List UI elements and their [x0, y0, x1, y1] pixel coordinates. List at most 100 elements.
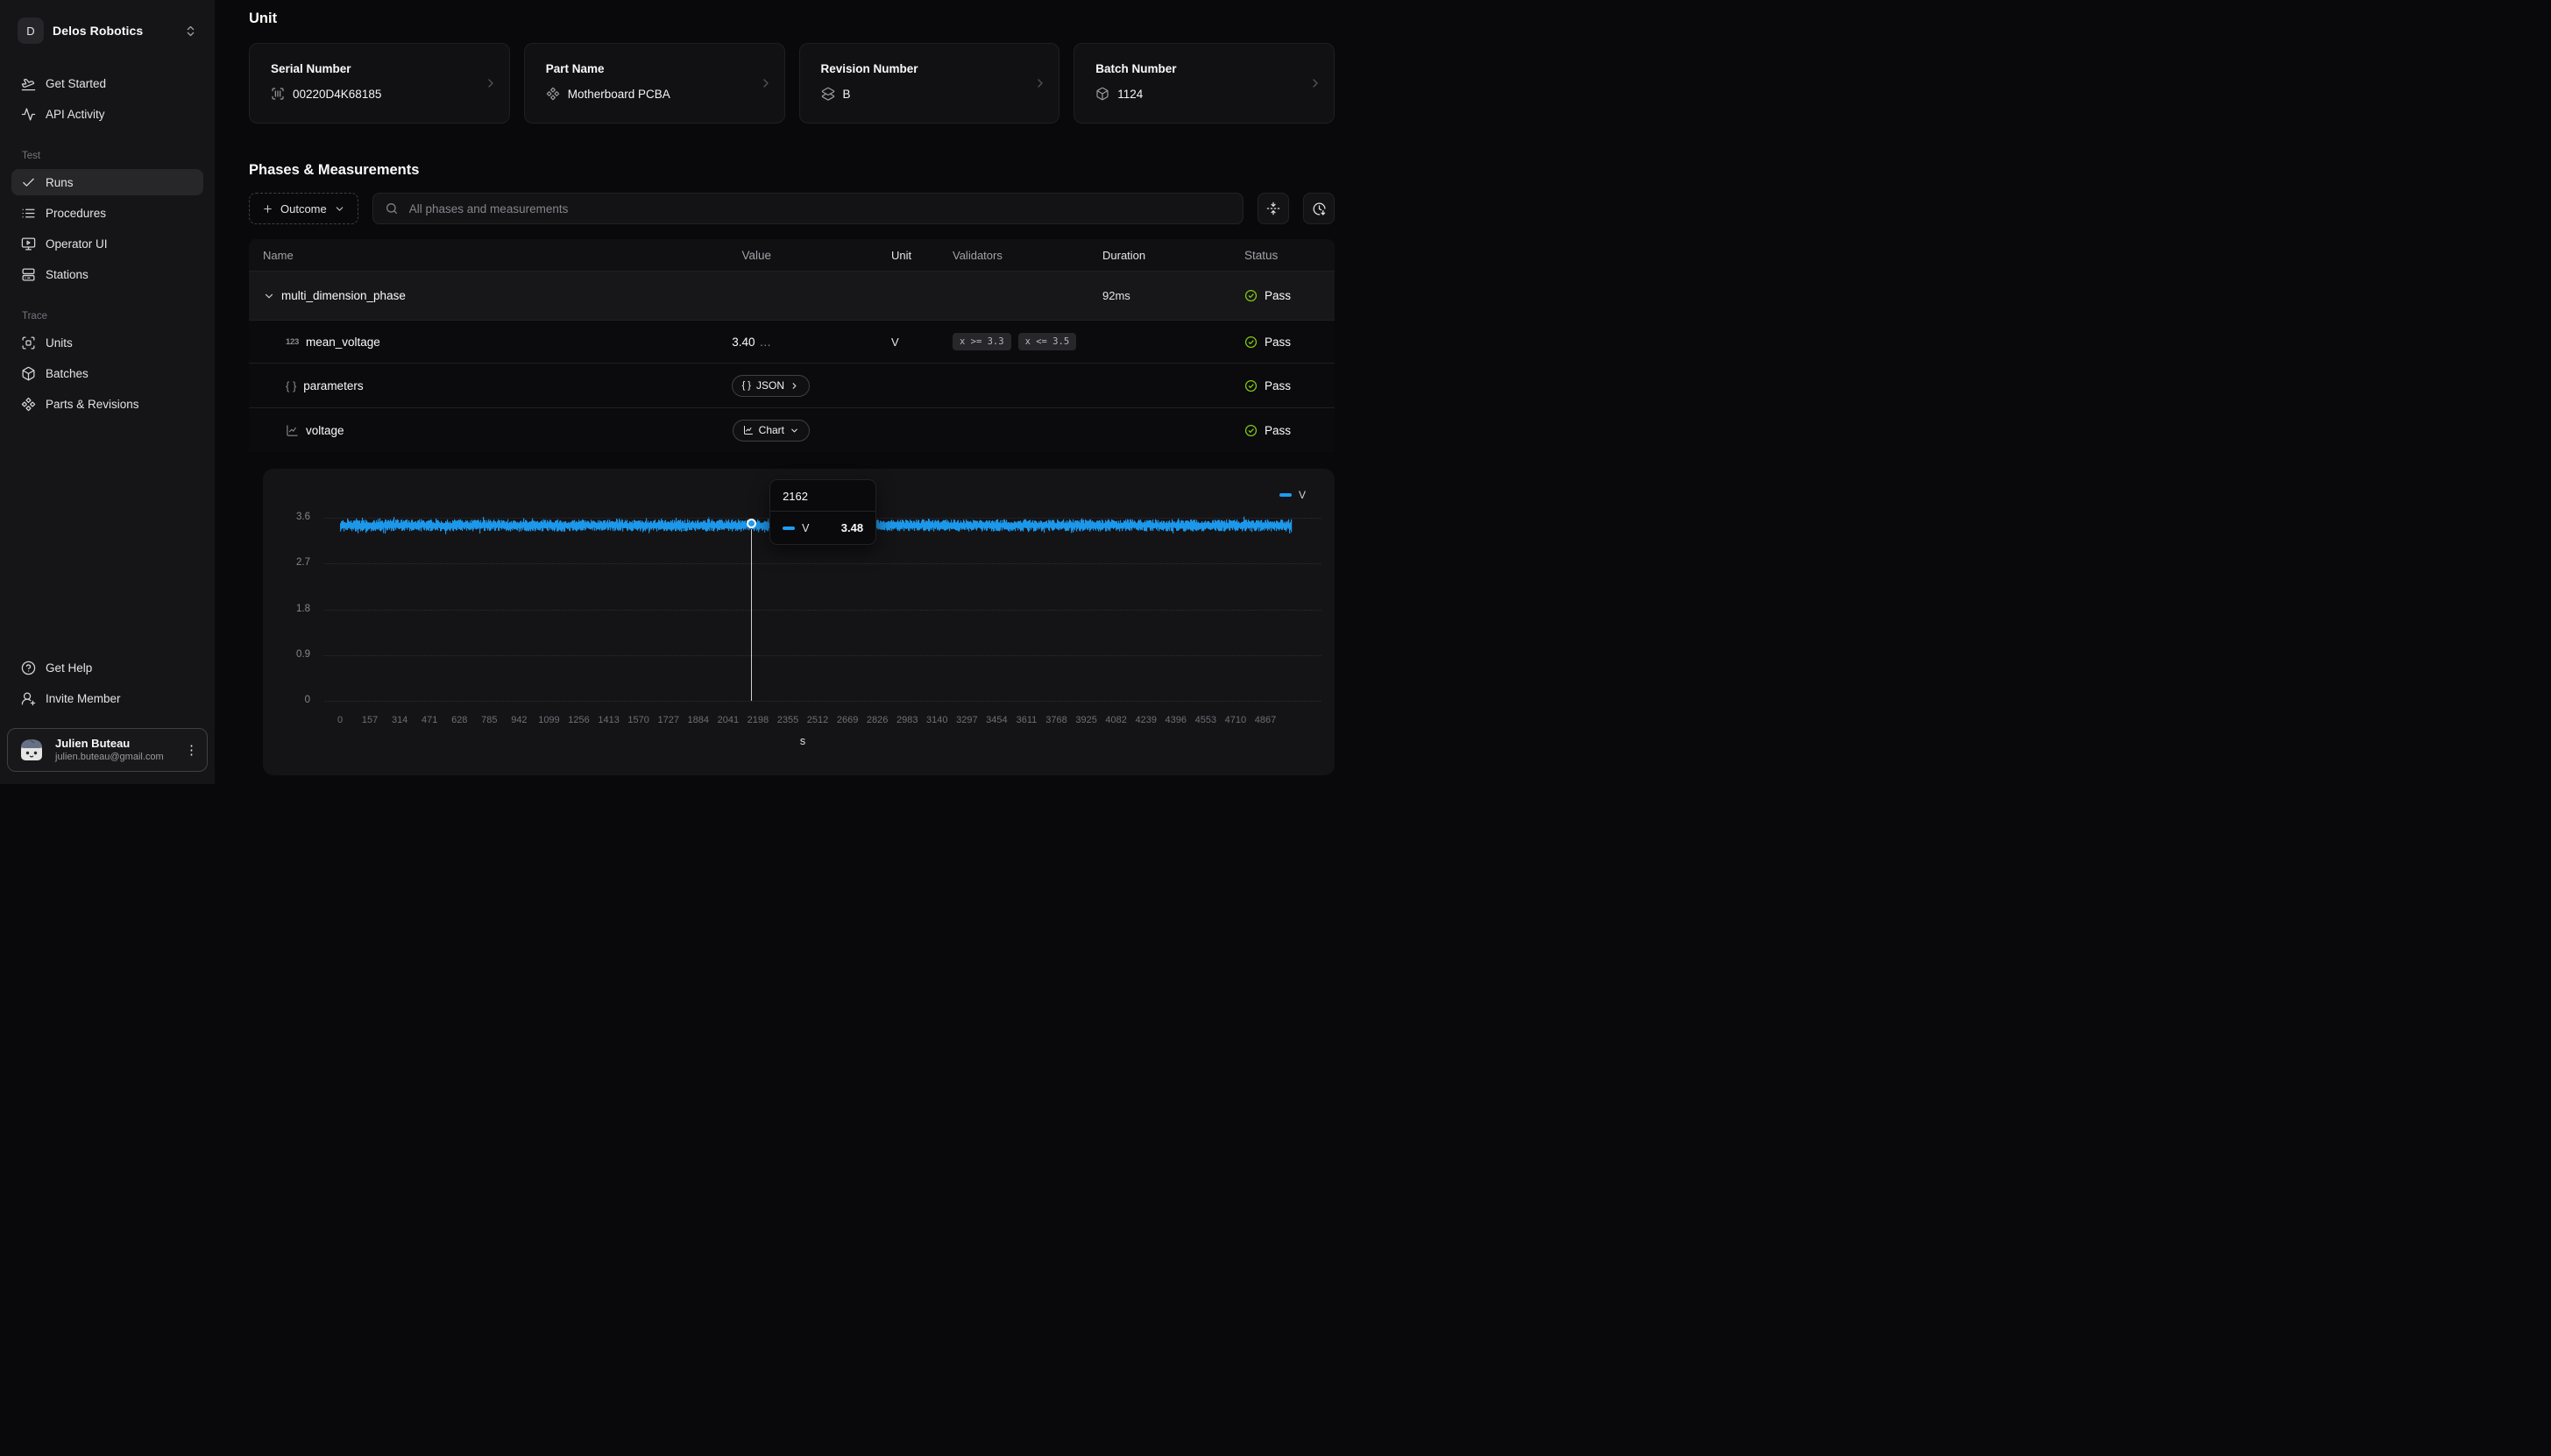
y-gridline	[324, 563, 1321, 564]
legend-series-dash	[1279, 493, 1292, 497]
org-switcher[interactable]: D Delos Robotics	[11, 18, 203, 44]
x-tick-label: 4239	[1135, 715, 1156, 725]
table-row-voltage[interactable]: voltage Chart Pass	[249, 407, 1335, 452]
validator-chip: x >= 3.3	[953, 333, 1011, 350]
pill-label: JSON	[756, 379, 784, 392]
status-badge: Pass	[1232, 289, 1335, 302]
x-tick-label: 1256	[568, 715, 589, 725]
sidebar-item-get-help[interactable]: Get Help	[11, 654, 203, 681]
package-icon	[1095, 87, 1109, 101]
table-row-mean-voltage[interactable]: 123 mean_voltage 3.40 … V x >= 3.3 x <= …	[249, 320, 1335, 363]
search-input[interactable]	[407, 201, 1231, 216]
component-icon	[546, 87, 560, 101]
chart-legend[interactable]: V	[1279, 489, 1306, 501]
user-plus-icon	[21, 691, 36, 706]
x-tick-label: 4867	[1255, 715, 1276, 725]
chevron-right-icon	[484, 76, 498, 90]
col-duration: Duration	[1090, 249, 1232, 262]
sidebar-item-parts-revisions[interactable]: Parts & Revisions	[11, 391, 203, 417]
chart-toggle-button[interactable]: Chart	[733, 420, 810, 442]
card-label: Revision Number	[821, 62, 1042, 75]
status-badge: Pass	[1232, 336, 1335, 349]
search-box	[372, 193, 1244, 224]
part-name-card[interactable]: Part Name Motherboard PCBA	[524, 43, 785, 124]
x-tick-label: 942	[511, 715, 527, 725]
validators: x >= 3.3 x <= 3.5	[940, 333, 1090, 350]
outcome-filter-button[interactable]: Outcome	[249, 193, 358, 224]
col-status: Status	[1232, 249, 1335, 262]
x-tick-label: 2669	[837, 715, 858, 725]
scan-barcode-icon	[271, 87, 285, 101]
status-label: Pass	[1265, 289, 1291, 302]
x-tick-label: 1570	[627, 715, 648, 725]
monitor-play-icon	[21, 237, 36, 251]
section-title: Phases & Measurements	[249, 162, 1335, 179]
activity-icon	[21, 107, 36, 122]
user-menu[interactable]: Julien Buteau julien.buteau@gmail.com ⋮	[7, 728, 208, 772]
circle-check-icon	[1244, 336, 1258, 349]
check-icon	[21, 175, 36, 190]
sidebar-item-runs[interactable]: Runs	[11, 169, 203, 195]
chart-hover-dot	[747, 519, 756, 528]
revision-number-card[interactable]: Revision Number B	[799, 43, 1060, 124]
x-tick-label: 2041	[718, 715, 739, 725]
phase-name: multi_dimension_phase	[281, 289, 406, 302]
user-name: Julien Buteau	[55, 737, 164, 751]
y-gridline	[324, 610, 1321, 611]
sidebar-item-label: Procedures	[46, 207, 106, 220]
pill-label: Chart	[759, 424, 784, 436]
x-tick-label: 1727	[657, 715, 678, 725]
y-gridline	[324, 701, 1321, 702]
json-expand-button[interactable]: { } JSON	[732, 375, 810, 397]
card-label: Batch Number	[1095, 62, 1316, 75]
col-unit: Unit	[810, 249, 940, 262]
tooltip-series-dash	[783, 527, 795, 530]
x-tick-label: 3768	[1045, 715, 1066, 725]
y-tick-label: 3.6	[263, 512, 310, 522]
chevron-down-icon[interactable]	[263, 290, 275, 302]
x-tick-label: 157	[362, 715, 378, 725]
table-row-phase[interactable]: multi_dimension_phase 92ms Pass	[249, 271, 1335, 320]
serial-number-card[interactable]: Serial Number 00220D4K68185	[249, 43, 510, 124]
status-badge: Pass	[1232, 424, 1335, 437]
numeric-123-icon: 123	[286, 337, 299, 347]
nav-section-test: Test	[22, 151, 193, 161]
legend-series-label: V	[1299, 489, 1306, 501]
sidebar-item-invite-member[interactable]: Invite Member	[11, 685, 203, 711]
validator-chip: x <= 3.5	[1018, 333, 1077, 350]
braces-icon: { }	[286, 379, 296, 392]
sidebar-item-units[interactable]: Units	[11, 329, 203, 356]
measurement-name: voltage	[306, 424, 344, 437]
ellipsis-vertical-icon[interactable]: ⋮	[185, 742, 198, 758]
voltage-chart[interactable]: V 2162 V 3.48 s 00.91.82.73.6 0157314471…	[263, 469, 1335, 775]
scan-icon	[21, 336, 36, 350]
chart-line-icon	[286, 424, 299, 437]
sidebar-item-get-started[interactable]: Get Started	[11, 70, 203, 96]
y-tick-label: 2.7	[263, 557, 310, 568]
x-tick-label: 3140	[926, 715, 947, 725]
history-button[interactable]	[1303, 193, 1335, 224]
measurement-name: parameters	[303, 379, 363, 392]
sidebar-item-stations[interactable]: Stations	[11, 261, 203, 287]
circle-check-icon	[1244, 424, 1258, 437]
sidebar-item-label: Get Help	[46, 661, 92, 675]
chevrons-up-down-icon	[184, 25, 197, 38]
sidebar-item-operator-ui[interactable]: Operator UI	[11, 230, 203, 257]
sidebar-item-batches[interactable]: Batches	[11, 360, 203, 386]
measurement-unit: V	[810, 336, 940, 349]
sidebar-item-label: API Activity	[46, 108, 105, 121]
phases-table: Name Value Unit Validators Duration Stat…	[249, 239, 1335, 452]
collapse-all-button[interactable]	[1258, 193, 1289, 224]
sidebar-item-label: Invite Member	[46, 692, 121, 705]
table-row-parameters[interactable]: { } parameters { } JSON Pass	[249, 363, 1335, 407]
chevron-right-icon	[1308, 76, 1322, 90]
sidebar-item-api-activity[interactable]: API Activity	[11, 101, 203, 127]
sidebar-item-procedures[interactable]: Procedures	[11, 200, 203, 226]
col-name: Name	[249, 249, 605, 262]
sidebar: D Delos Robotics Get Started API Activit…	[0, 0, 215, 784]
batch-number-card[interactable]: Batch Number 1124	[1074, 43, 1335, 124]
x-tick-label: 1884	[688, 715, 709, 725]
page-title: Unit	[249, 11, 1335, 27]
card-value-text: 00220D4K68185	[293, 88, 381, 101]
sidebar-item-label: Batches	[46, 367, 89, 380]
